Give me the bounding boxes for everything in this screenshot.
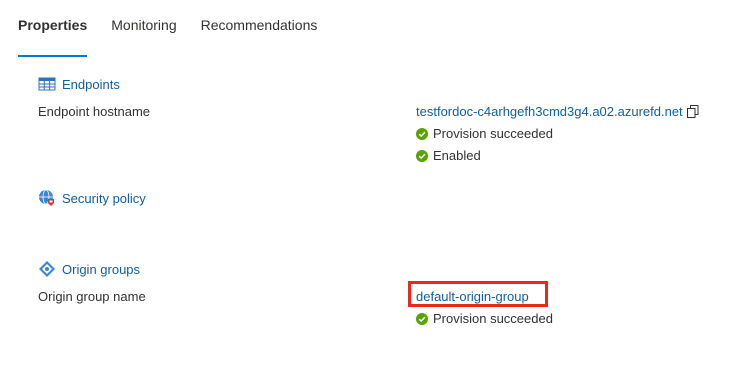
origin-groups-section-label: Origin groups (62, 261, 141, 277)
status-text: Provision succeeded (433, 311, 553, 326)
tab-properties[interactable]: Properties (18, 16, 88, 57)
origin-groups-section-title[interactable]: Origin groups (38, 260, 140, 278)
endpoint-hostname-link[interactable]: testfordoc-c4arhgefh3cmd3g4.a02.azurefd.… (416, 104, 683, 119)
endpoints-section-label: Endpoints (62, 76, 120, 92)
properties-panel: Properties Monitoring Recommendations En… (0, 0, 732, 378)
tab-recommendations[interactable]: Recommendations (201, 16, 318, 42)
success-check-icon (416, 127, 428, 140)
success-check-icon (416, 312, 428, 325)
origin-groups-icon (38, 260, 56, 278)
status-text: Enabled (433, 148, 481, 163)
endpoint-provision-status: Provision succeeded (416, 126, 553, 141)
endpoint-hostname-value: testfordoc-c4arhgefh3cmd3g4.a02.azurefd.… (416, 104, 699, 119)
security-policy-section-label: Security policy (62, 190, 146, 206)
endpoint-enabled-status: Enabled (416, 148, 481, 163)
highlight-box (408, 281, 548, 307)
success-check-icon (416, 149, 428, 162)
endpoints-section-title[interactable]: Endpoints (38, 75, 120, 93)
security-policy-section-title[interactable]: Security policy (38, 189, 146, 207)
endpoints-grid-icon (38, 75, 56, 93)
origin-group-name-label: Origin group name (38, 289, 146, 304)
endpoint-hostname-label: Endpoint hostname (38, 104, 151, 119)
tab-monitoring[interactable]: Monitoring (111, 16, 176, 42)
status-text: Provision succeeded (433, 126, 553, 141)
origin-group-provision-status: Provision succeeded (416, 311, 553, 326)
tab-bar: Properties Monitoring Recommendations (18, 16, 318, 57)
copy-icon[interactable] (686, 105, 699, 118)
security-policy-icon (38, 189, 56, 207)
